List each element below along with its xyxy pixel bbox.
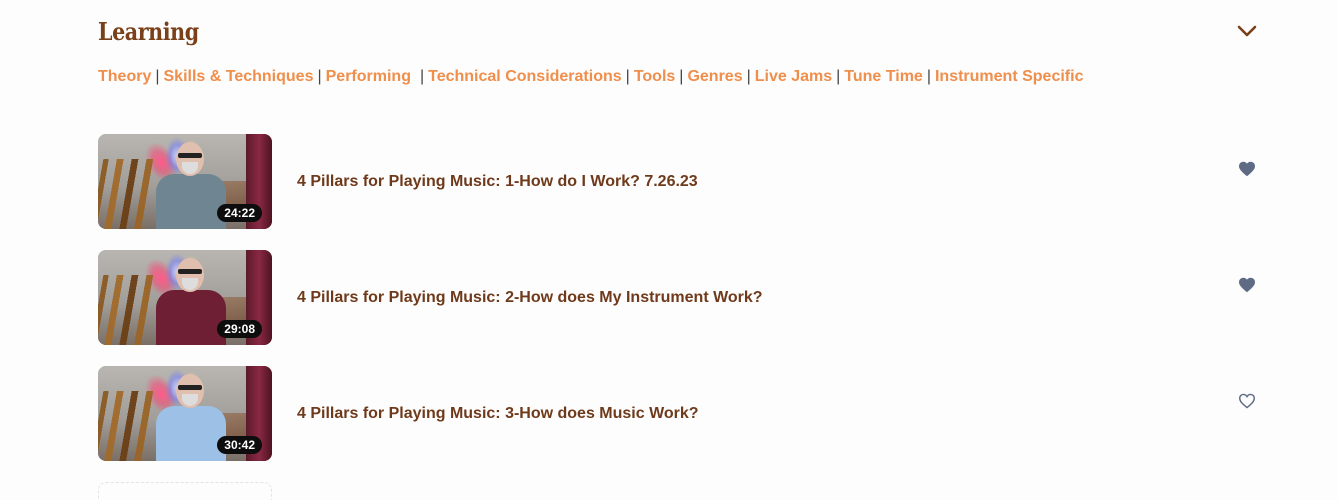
video-title-link[interactable]: 4 Pillars for Playing Music: 2-How does … bbox=[297, 289, 763, 307]
favorite-button[interactable] bbox=[1238, 393, 1256, 409]
separator: | bbox=[155, 68, 160, 85]
category-link-instrument-specific[interactable]: Instrument Specific bbox=[935, 68, 1083, 85]
video-thumbnail[interactable]: 29:08 bbox=[98, 250, 272, 345]
favorite-button[interactable] bbox=[1238, 277, 1256, 293]
collapse-toggle-button[interactable] bbox=[1236, 20, 1258, 42]
separator: | bbox=[746, 68, 751, 85]
chevron-down-icon bbox=[1237, 25, 1257, 37]
video-thumbnail[interactable]: 24:22 bbox=[98, 134, 272, 229]
separator: | bbox=[836, 68, 841, 85]
category-link-technical-considerations[interactable]: Technical Considerations bbox=[428, 68, 622, 85]
shirt bbox=[156, 406, 226, 461]
video-duration: 30:42 bbox=[217, 436, 262, 454]
section-title: Learning bbox=[98, 17, 199, 46]
category-link-performing[interactable]: Performing bbox=[326, 68, 411, 85]
heart-outline-icon bbox=[1238, 393, 1256, 409]
separator: | bbox=[625, 68, 630, 85]
category-link-skills-techniques[interactable]: Skills & Techniques bbox=[164, 68, 314, 85]
separator: | bbox=[419, 68, 425, 85]
separator: | bbox=[679, 68, 684, 85]
category-link-tune-time[interactable]: Tune Time bbox=[844, 68, 923, 85]
video-duration: 29:08 bbox=[217, 320, 262, 338]
separator: | bbox=[926, 68, 931, 85]
video-title-link[interactable]: 4 Pillars for Playing Music: 1-How do I … bbox=[297, 173, 698, 191]
category-nav: Theory | Skills & Techniques | Performing | Te… bbox=[98, 68, 1083, 86]
video-item: 30:42 4 Pillars for Playing Music: 3-How… bbox=[98, 366, 1268, 461]
category-link-genres[interactable]: Genres bbox=[687, 68, 742, 85]
favorite-button[interactable] bbox=[1238, 161, 1256, 177]
video-list: 24:22 4 Pillars for Playing Music: 1-How… bbox=[98, 134, 1268, 482]
video-duration: 24:22 bbox=[217, 204, 262, 222]
heart-filled-icon bbox=[1239, 277, 1255, 293]
video-thumbnail[interactable]: 30:42 bbox=[98, 366, 272, 461]
category-link-live-jams[interactable]: Live Jams bbox=[755, 68, 832, 85]
category-link-theory[interactable]: Theory bbox=[98, 68, 151, 85]
learning-section: Learning Theory | Skills & Techniques | Perf… bbox=[0, 0, 1338, 500]
shirt bbox=[156, 290, 226, 345]
video-item: 29:08 4 Pillars for Playing Music: 2-How… bbox=[98, 250, 1268, 345]
separator: | bbox=[317, 68, 322, 85]
video-placeholder-card bbox=[98, 482, 272, 500]
category-link-tools[interactable]: Tools bbox=[634, 68, 675, 85]
video-title-link[interactable]: 4 Pillars for Playing Music: 3-How does … bbox=[297, 405, 699, 423]
video-item: 24:22 4 Pillars for Playing Music: 1-How… bbox=[98, 134, 1268, 229]
heart-filled-icon bbox=[1239, 161, 1255, 177]
shirt bbox=[156, 174, 226, 229]
